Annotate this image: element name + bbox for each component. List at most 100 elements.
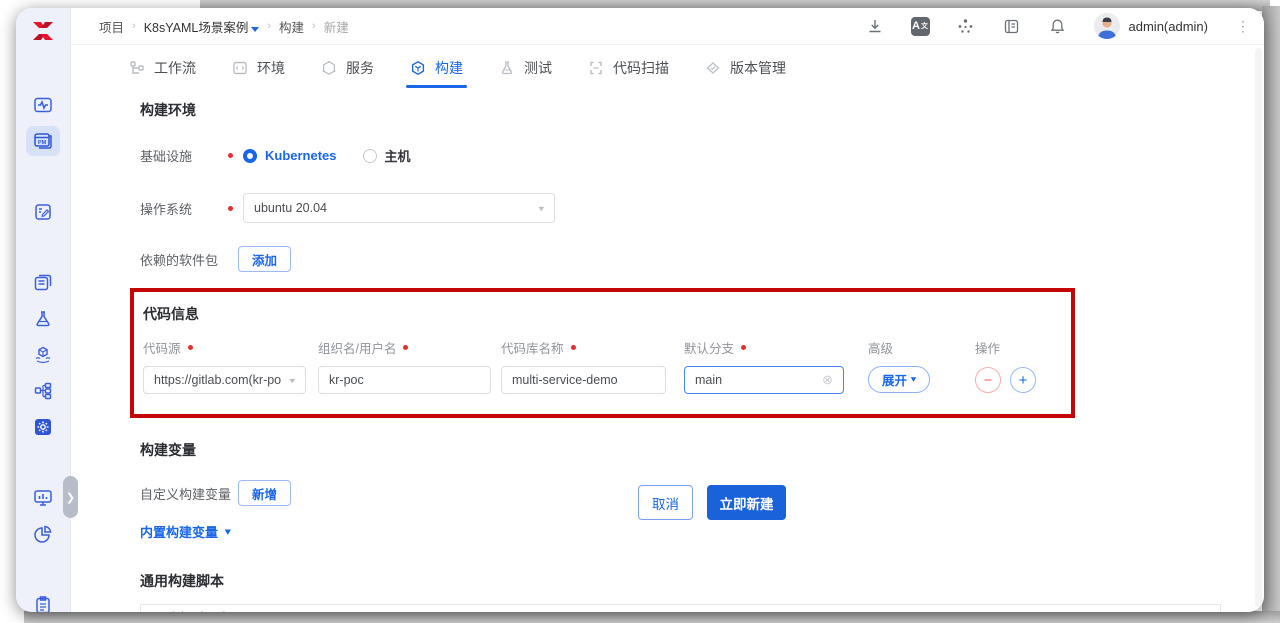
package-delivery-icon bbox=[33, 345, 53, 365]
section-heading-script: 通用构建脚本 bbox=[140, 573, 224, 589]
kebab-menu-icon[interactable]: ⋮ bbox=[1234, 18, 1252, 35]
repo-input[interactable]: multi-service-demo bbox=[501, 366, 666, 394]
tab-label: 测试 bbox=[524, 59, 552, 76]
breadcrumb-build[interactable]: 构建 bbox=[279, 17, 304, 36]
build-icon bbox=[410, 60, 426, 76]
nodes-icon[interactable] bbox=[956, 16, 976, 36]
branch-label: 默认分支 bbox=[684, 342, 735, 356]
branch-input-field[interactable] bbox=[695, 373, 819, 387]
breadcrumb-separator: › bbox=[267, 20, 272, 32]
tab-label: 构建 bbox=[435, 59, 463, 76]
packages-label: 依赖的软件包 bbox=[140, 252, 219, 268]
workflow-icon bbox=[129, 60, 145, 76]
section-heading-code-info: 代码信息 bbox=[143, 306, 199, 322]
koderover-x-logo[interactable] bbox=[31, 20, 55, 42]
code-source-value: https://gitlab.com(kr-po bbox=[154, 373, 282, 387]
main-area: 项目 › K8sYAML场景案例 › 构建 › 新建 A文 admin(admi… bbox=[71, 8, 1264, 612]
release-icon bbox=[705, 60, 721, 76]
org-input[interactable]: kr-poc bbox=[318, 366, 491, 394]
user-avatar bbox=[1093, 13, 1120, 39]
os-row: 操作系统 ubuntu 20.04 ▾ bbox=[140, 193, 1264, 223]
breadcrumb-projects[interactable]: 项目 bbox=[99, 17, 124, 36]
translate-icon[interactable]: A文 bbox=[910, 16, 930, 36]
section-heading-build-env: 构建环境 bbox=[140, 102, 196, 118]
tab-code-scan[interactable]: 代码扫描 bbox=[588, 45, 669, 90]
screen: PM ❯ 项目 › K8sYAML场景案例 › 构建 › 新建 A 文 admi… bbox=[0, 0, 1280, 623]
expand-advanced-button[interactable]: 展开 ▾ bbox=[868, 366, 930, 393]
sidebar-item-edit[interactable] bbox=[26, 197, 60, 227]
branch-input[interactable]: ⊗ bbox=[684, 366, 844, 394]
edit-document-icon bbox=[33, 202, 53, 222]
required-dot bbox=[187, 345, 193, 350]
code-source-select[interactable]: https://gitlab.com(kr-po ▾ bbox=[143, 366, 306, 394]
tab-build[interactable]: 构建 bbox=[406, 45, 467, 90]
radio-kubernetes-label: Kubernetes bbox=[265, 148, 337, 163]
sidebar-item-test-center[interactable] bbox=[26, 304, 60, 334]
operations-buttons: − + bbox=[975, 367, 1045, 393]
required-dot bbox=[741, 345, 747, 350]
sidebar-collapse-handle[interactable]: ❯ bbox=[63, 476, 78, 518]
plus-circle-icon[interactable]: + bbox=[1010, 367, 1036, 393]
repo-input-value: multi-service-demo bbox=[512, 373, 618, 387]
script-editor[interactable]: #!/bin/bash set -e bbox=[140, 604, 1221, 612]
radio-host[interactable]: 主机 bbox=[362, 146, 411, 165]
builtin-vars-toggle[interactable]: 内置构建变量 ▾ bbox=[140, 522, 1264, 541]
required-dot bbox=[570, 345, 576, 350]
repo-column: 代码库名称 multi-service-demo bbox=[501, 338, 666, 394]
tab-test[interactable]: 测试 bbox=[499, 45, 552, 90]
script-line-1: #!/bin/bash bbox=[141, 609, 1220, 612]
operations-column: 操作 − + bbox=[975, 338, 1045, 394]
sidebar-item-settings[interactable] bbox=[26, 412, 60, 442]
bell-icon[interactable] bbox=[1048, 16, 1068, 36]
sidebar-item-apps[interactable] bbox=[26, 268, 60, 298]
settings-gear-icon bbox=[33, 417, 53, 437]
test-icon bbox=[499, 60, 515, 76]
environment-icon bbox=[232, 60, 248, 76]
sidebar-item-delivery[interactable] bbox=[26, 340, 60, 370]
os-select[interactable]: ubuntu 20.04 ▾ bbox=[243, 193, 555, 223]
advanced-column: 高级 展开 ▾ bbox=[868, 338, 975, 394]
tab-release[interactable]: 版本管理 bbox=[705, 45, 786, 90]
user-menu[interactable]: admin(admin) bbox=[1093, 13, 1208, 39]
desktop-background-bottom bbox=[24, 611, 1280, 623]
radio-kubernetes[interactable]: Kubernetes bbox=[243, 148, 337, 163]
cancel-button[interactable]: 取消 bbox=[638, 485, 693, 520]
sidebar-item-insight[interactable] bbox=[26, 483, 60, 513]
create-now-button[interactable]: 立即新建 bbox=[707, 485, 786, 520]
tab-environment[interactable]: 环境 bbox=[232, 45, 285, 90]
download-icon[interactable] bbox=[865, 16, 885, 36]
breadcrumb-project[interactable]: K8sYAML场景案例 bbox=[144, 17, 260, 36]
app-window: PM ❯ 项目 › K8sYAML场景案例 › 构建 › 新建 A 文 admi… bbox=[16, 8, 1264, 612]
stacked-windows-icon bbox=[33, 273, 53, 293]
minus-circle-icon[interactable]: − bbox=[975, 367, 1001, 393]
infrastructure-row: 基础设施 Kubernetes 主机 bbox=[140, 146, 1264, 165]
monitor-pulse-icon bbox=[33, 95, 53, 115]
org-column: 组织名/用户名 kr-poc bbox=[318, 338, 491, 394]
tab-workflow[interactable]: 工作流 bbox=[129, 45, 196, 90]
custom-var-label: 自定义构建变量 bbox=[140, 486, 232, 502]
sidebar: PM ❯ bbox=[16, 8, 78, 612]
sidebar-item-projects[interactable]: PM bbox=[26, 126, 60, 156]
tab-label: 环境 bbox=[257, 59, 285, 76]
clear-icon[interactable]: ⊗ bbox=[822, 372, 833, 388]
tab-service[interactable]: 服务 bbox=[321, 45, 374, 90]
code-info-columns: 代码源 https://gitlab.com(kr-po ▾ 组织名/用户名 k… bbox=[143, 338, 1071, 394]
advanced-label: 高级 bbox=[868, 342, 894, 356]
os-select-value: ubuntu 20.04 bbox=[254, 201, 327, 215]
sidebar-item-resources[interactable] bbox=[26, 376, 60, 406]
sidebar-item-statistics[interactable] bbox=[26, 519, 60, 549]
infrastructure-radio-group: Kubernetes 主机 bbox=[243, 146, 411, 165]
org-input-value: kr-poc bbox=[329, 373, 364, 387]
svg-text:PM: PM bbox=[38, 140, 47, 146]
required-dot bbox=[228, 205, 233, 211]
add-variable-button[interactable]: 新增 bbox=[238, 480, 292, 506]
docs-icon[interactable] bbox=[1002, 16, 1022, 36]
breadcrumb-new: 新建 bbox=[323, 20, 349, 35]
form-footer: 取消 立即新建 bbox=[638, 485, 786, 520]
repo-label: 代码库名称 bbox=[501, 342, 564, 356]
sidebar-item-monitor-pulse[interactable] bbox=[26, 90, 60, 120]
breadcrumb-separator: › bbox=[312, 20, 316, 32]
vertical-scrollbar[interactable] bbox=[1255, 48, 1262, 608]
sidebar-item-audit[interactable] bbox=[26, 590, 60, 612]
add-package-button[interactable]: 添加 bbox=[238, 246, 292, 272]
